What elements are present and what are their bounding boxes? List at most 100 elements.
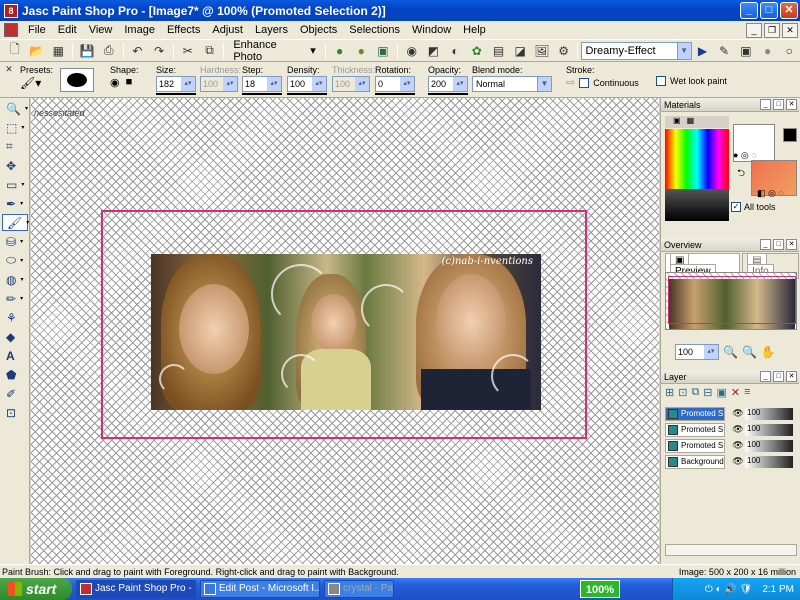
cut-icon[interactable]: ✂ [179, 42, 197, 60]
menu-selections[interactable]: Selections [343, 24, 406, 36]
menu-adjust[interactable]: Adjust [206, 24, 249, 36]
text-tool-icon[interactable]: A [2, 347, 28, 364]
pause-icon[interactable]: ● [759, 42, 777, 60]
visibility-eye-icon[interactable]: 👁 [731, 408, 745, 419]
clock[interactable]: 2:1 PM [762, 584, 794, 595]
menu-view[interactable]: View [83, 24, 119, 36]
all-tools-checkbox[interactable]: ✓ [731, 202, 741, 212]
record-icon[interactable]: ▣ [737, 42, 755, 60]
layer-row[interactable]: Promoted S 👁 100 [665, 438, 797, 453]
zoom-tool-icon[interactable]: 🔍 ▾ [2, 100, 28, 117]
menu-layers[interactable]: Layers [249, 24, 294, 36]
stop-icon[interactable]: ○ [780, 42, 798, 60]
wet-look-checkbox[interactable] [656, 76, 666, 86]
merge-icon[interactable]: ⊟ [703, 386, 712, 399]
round-shape-icon[interactable]: ◉ [110, 76, 120, 89]
mask-icon[interactable]: ▣ [717, 386, 727, 399]
overview-thumbnail[interactable] [665, 272, 797, 330]
overview-min-button[interactable]: _ [760, 239, 771, 250]
menu-image[interactable]: Image [118, 24, 161, 36]
copy-icon[interactable]: ⧉ [201, 42, 219, 60]
paint-brush-tool-icon[interactable]: 🖌 ▾ [2, 214, 29, 231]
document-icon[interactable] [4, 23, 18, 37]
shape-tool-icon[interactable]: ⬟ [2, 366, 28, 383]
clone-tool-icon[interactable]: ⛁ ▾ [2, 233, 28, 250]
delete-layer-icon[interactable]: ✕ [731, 386, 740, 399]
menu-window[interactable]: Window [406, 24, 457, 36]
overview-max-button[interactable]: □ [773, 239, 784, 250]
duplicate-layer-icon[interactable]: ⧉ [691, 386, 699, 399]
density-input[interactable]: 100 ▴▾ [287, 76, 327, 92]
presets-button[interactable]: 🖌▾ [20, 76, 50, 94]
menu-effects[interactable]: Effects [161, 24, 206, 36]
run-script-icon[interactable]: ▶ [694, 42, 712, 60]
menu-edit[interactable]: Edit [52, 24, 83, 36]
app-icon[interactable]: 8 [4, 3, 18, 18]
scratch-remover-icon[interactable]: ⬭ ▾ [2, 252, 28, 269]
enhance-photo-button[interactable]: Enhance Photo ▾ [227, 39, 321, 63]
photo-layer[interactable]: (c)nab-i-nventions [151, 254, 541, 410]
grayscale-strip[interactable] [665, 189, 729, 221]
percent-indicator[interactable]: 100% [580, 580, 620, 598]
texture-icon[interactable]: ● ◎ ◌ [733, 150, 757, 161]
blend-mode-select[interactable]: Normal ▼ [472, 76, 552, 92]
layers-close-button[interactable]: ✕ [786, 371, 797, 382]
layers-min-button[interactable]: _ [760, 371, 771, 382]
redo-icon[interactable]: ↷ [150, 42, 168, 60]
task-crystal[interactable]: crystal - Pai [324, 580, 394, 598]
open-icon[interactable]: 📂 [28, 42, 46, 60]
swap-colors-icon[interactable]: ⮌ [737, 166, 745, 183]
visibility-eye-icon[interactable]: 👁 [731, 424, 745, 435]
print-icon[interactable]: ⎙ [100, 42, 118, 60]
small-fg-swatch[interactable] [783, 128, 797, 142]
overview-viewbox[interactable] [668, 276, 796, 324]
levels-icon[interactable]: ◪ [511, 42, 529, 60]
deform-tool-icon[interactable]: ⬚ ▾ [2, 119, 28, 136]
minimize-button[interactable]: _ [740, 2, 758, 19]
task-psp[interactable]: Jasc Paint Shop Pro - ... [76, 580, 196, 598]
tray-icons[interactable]: ⏻ ◐ 🔊 🛡 [705, 584, 752, 595]
materials-min-button[interactable]: _ [760, 99, 771, 110]
layer-row[interactable]: Promoted S 👁 100 [665, 406, 797, 421]
overview-close-button[interactable]: ✕ [786, 239, 797, 250]
crop-tool-icon[interactable]: ⌗ [2, 138, 28, 155]
layer-opacity[interactable]: 100 [745, 439, 793, 452]
layer-row[interactable]: Promoted S 👁 100 [665, 422, 797, 437]
visibility-eye-icon[interactable]: 👁 [731, 440, 745, 451]
visibility-eye-icon[interactable]: 👁 [731, 456, 745, 467]
clarify-icon[interactable]: ✿ [468, 42, 486, 60]
materials-max-button[interactable]: □ [773, 99, 784, 110]
edit-script-icon[interactable]: ✎ [715, 42, 733, 60]
fade-icon[interactable]: ◐ [446, 42, 464, 60]
object-selector-icon[interactable]: ⊡ [2, 404, 28, 421]
opacity-input[interactable]: 200 ▴▾ [428, 76, 468, 92]
color-spectrum[interactable] [665, 129, 729, 189]
layer-opacity[interactable]: 100 [745, 407, 793, 420]
materials-close-button[interactable]: ✕ [786, 99, 797, 110]
size-input[interactable]: 182 ▴▾ [156, 76, 196, 92]
doc-close-button[interactable]: ✕ [782, 23, 798, 38]
menu-help[interactable]: Help [457, 24, 492, 36]
dropper-tool-icon[interactable]: ✒ ▾ [2, 195, 28, 212]
browse-icon[interactable]: ▦ [49, 42, 67, 60]
new-icon[interactable]: 🗋 [6, 42, 24, 60]
rotation-input[interactable]: 0 ▴▾ [375, 76, 415, 92]
zoom-out-icon[interactable]: 🔍 [723, 345, 738, 359]
adjust-icon-2[interactable]: ● [352, 42, 370, 60]
undo-icon[interactable]: ↶ [129, 42, 147, 60]
zoom-in-icon[interactable]: 🔍 [742, 345, 757, 359]
overview-zoom-input[interactable]: 100 ▴▾ [675, 344, 719, 360]
script-combo[interactable]: Dreamy-Effect ▼ [581, 41, 692, 60]
new-vector-layer-icon[interactable]: ⊡ [678, 386, 687, 399]
doc-restore-button[interactable]: ❐ [764, 23, 780, 38]
start-button[interactable]: start [0, 578, 72, 600]
picture-icon[interactable]: 🖼 [533, 42, 551, 60]
menu-objects[interactable]: Objects [294, 24, 343, 36]
continuous-checkbox[interactable] [579, 77, 590, 88]
picture-tube-icon[interactable]: ⚘ [2, 309, 28, 326]
adjust-icon-1[interactable]: ● [331, 42, 349, 60]
move-tool-icon[interactable]: ✥ [2, 157, 28, 174]
dodge-tool-icon[interactable]: ◍ ▾ [2, 271, 28, 288]
brush-preview[interactable] [60, 68, 94, 92]
square-shape-icon[interactable]: ■ [126, 76, 133, 89]
